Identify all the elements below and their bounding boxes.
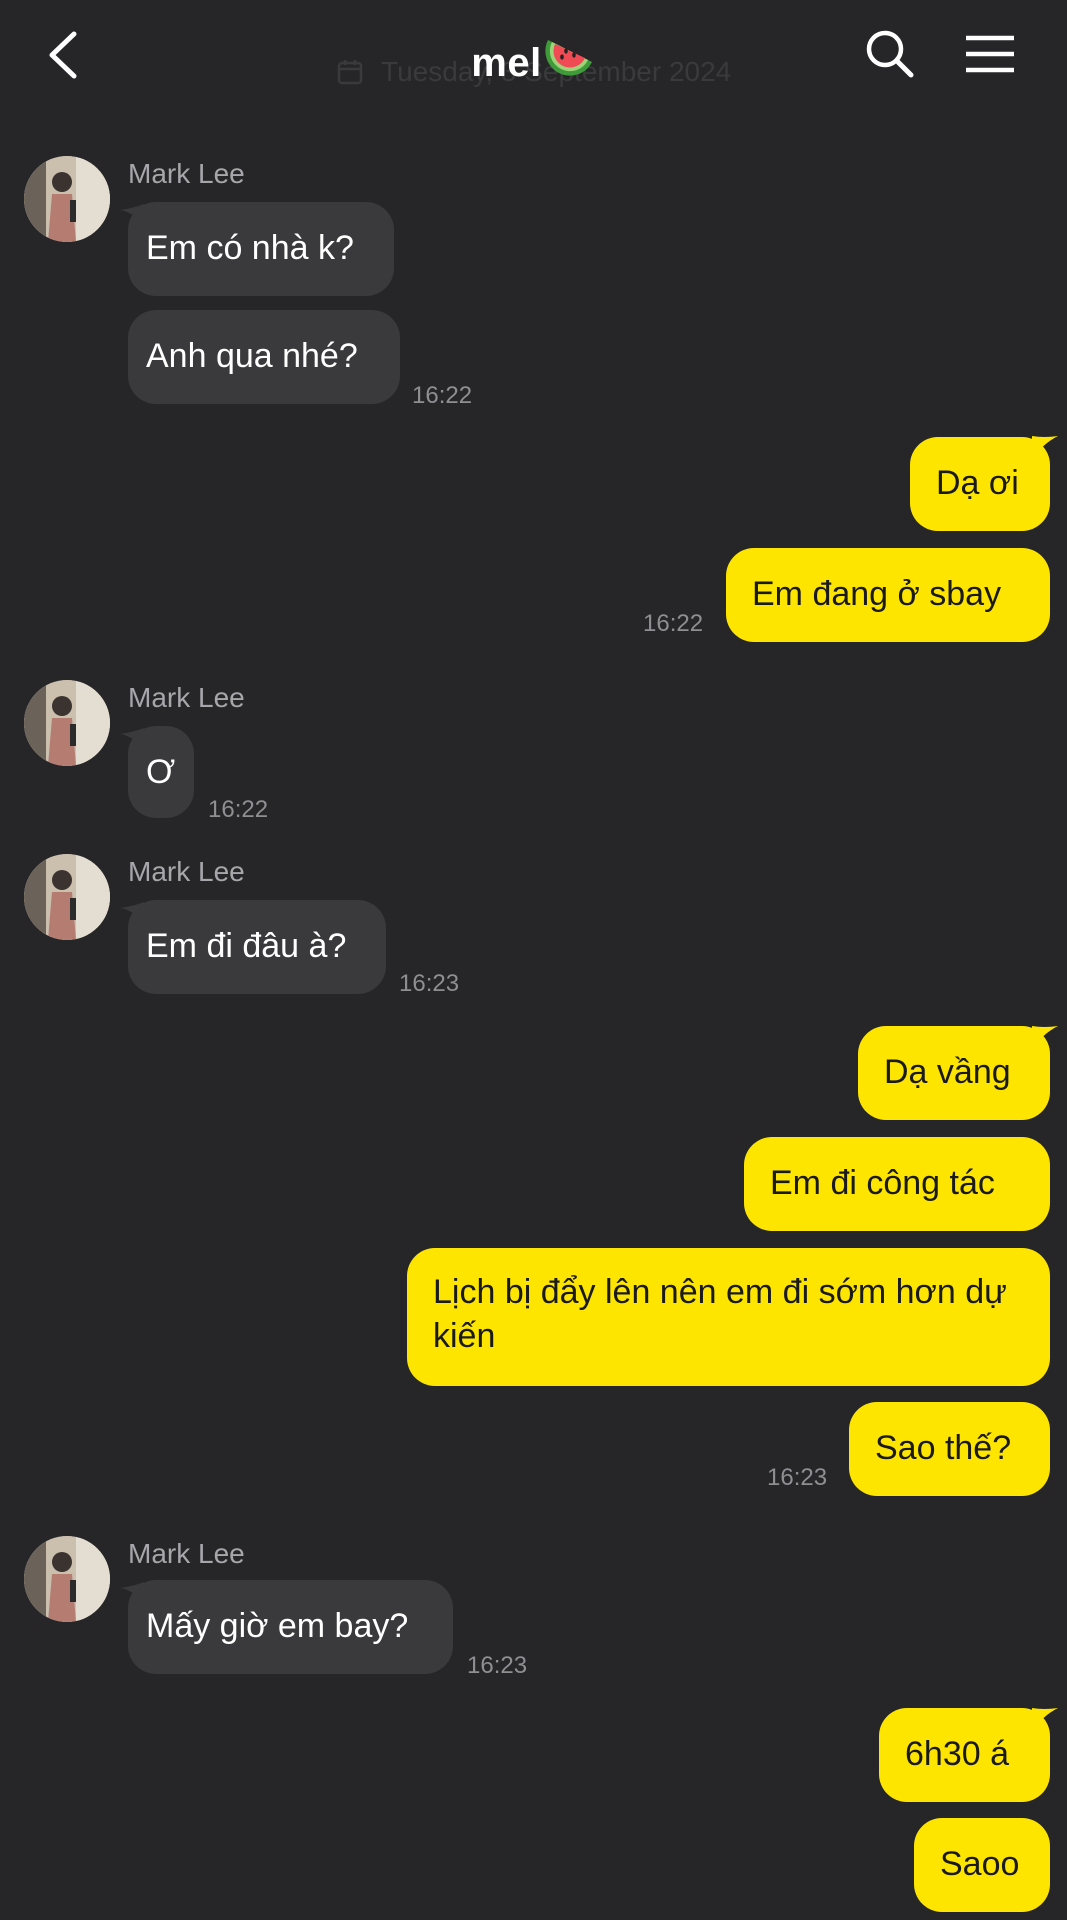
- top-bar: Tuesday, 3 September 2024 mel: [0, 0, 1067, 112]
- message-bubble[interactable]: 6h30 á: [879, 1708, 1050, 1802]
- message-time: 16:22: [643, 610, 704, 637]
- message-time: 16:23: [399, 970, 460, 997]
- sender-name: Mark Lee: [128, 856, 245, 887]
- search-button[interactable]: [864, 28, 916, 80]
- message-text: Dạ ơi: [936, 464, 1019, 502]
- message-text: Em đi công tác: [770, 1164, 995, 1202]
- message-bubble[interactable]: Em có nhà k?: [128, 202, 394, 296]
- message-bubble[interactable]: Saoo: [914, 1818, 1050, 1912]
- message-text: Sao thế?: [875, 1429, 1012, 1467]
- message-text: Em đang ở sbay: [752, 575, 1002, 613]
- message-text: Mấy giờ em bay?: [146, 1607, 409, 1645]
- message-time: 16:22: [412, 382, 473, 409]
- message-bubble[interactable]: Em đi công tác: [744, 1137, 1050, 1231]
- message-bubble[interactable]: Em đang ở sbay: [726, 548, 1050, 642]
- watermelon-icon: [545, 40, 592, 76]
- message-text: Dạ vầng: [884, 1053, 1011, 1091]
- avatar[interactable]: [24, 156, 110, 242]
- message-bubble[interactable]: Dạ ơi: [910, 437, 1050, 531]
- chat-title-text: mel: [471, 41, 542, 85]
- message-bubble[interactable]: Em đi đâu à?: [128, 900, 386, 994]
- avatar[interactable]: [24, 680, 110, 766]
- message-text: Em đi đâu à?: [146, 927, 347, 965]
- sender-name: Mark Lee: [128, 1538, 245, 1569]
- message-bubble[interactable]: Ơ: [128, 726, 194, 818]
- message-text: 6h30 á: [905, 1735, 1009, 1773]
- message-time: 16:22: [208, 796, 269, 823]
- menu-icon: [966, 35, 1014, 73]
- avatar[interactable]: [24, 854, 110, 940]
- avatar[interactable]: [24, 1536, 110, 1622]
- message-bubble[interactable]: Mấy giờ em bay?: [128, 1580, 453, 1674]
- message-bubble[interactable]: Anh qua nhé?: [128, 310, 400, 404]
- menu-button[interactable]: [964, 34, 1016, 74]
- search-icon: [866, 30, 914, 78]
- message-text: Saoo: [940, 1845, 1020, 1883]
- message-bubble[interactable]: Sao thế?: [849, 1402, 1050, 1496]
- message-bubble[interactable]: Lịch bị đẩy lên nên em đi sớm hơn dự kiế…: [407, 1248, 1050, 1386]
- message-text: Ơ: [146, 753, 176, 791]
- message-text: Anh qua nhé?: [146, 337, 358, 375]
- sender-name: Mark Lee: [128, 682, 245, 713]
- message-time: 16:23: [767, 1464, 828, 1491]
- message-bubble[interactable]: Dạ vầng: [858, 1026, 1050, 1120]
- message-text: Lịch bị đẩy lên nên em đi sớm hơn dự kiế…: [433, 1273, 1007, 1355]
- sender-name: Mark Lee: [128, 158, 245, 189]
- message-time: 16:23: [467, 1652, 528, 1679]
- message-text: Em có nhà k?: [146, 229, 354, 267]
